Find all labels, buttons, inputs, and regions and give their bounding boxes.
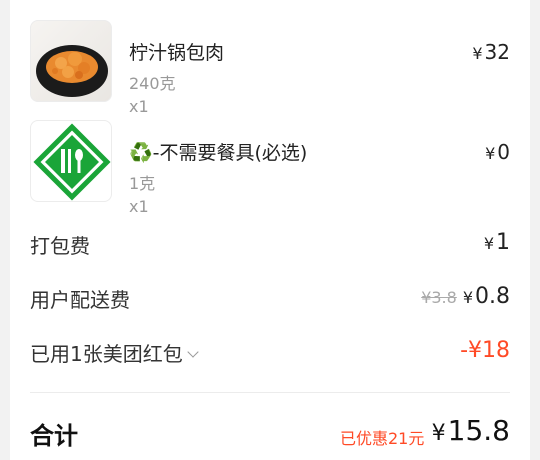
coupon-label[interactable]: 已用1张美团红包 bbox=[30, 338, 199, 367]
item-price-value: 0 bbox=[497, 140, 510, 164]
item-quantity: x1 bbox=[129, 197, 149, 216]
item-spec: 240克 bbox=[129, 74, 176, 93]
packing-fee-row: 打包费 ¥1 bbox=[30, 230, 510, 260]
coupon-label-text: 已用1张美团红包 bbox=[30, 342, 183, 366]
coupon-discount: -¥18 bbox=[460, 338, 510, 363]
chevron-down-icon[interactable] bbox=[187, 346, 199, 358]
currency-symbol: ¥ bbox=[431, 421, 446, 446]
total-amount: ¥15.8 bbox=[432, 414, 510, 447]
total-label: 合计 bbox=[30, 422, 78, 450]
item-spec: 1克 bbox=[129, 174, 156, 193]
item-price-value: 32 bbox=[484, 40, 510, 64]
coupon-row[interactable]: 已用1张美团红包 -¥18 bbox=[30, 338, 510, 368]
currency-symbol: ¥ bbox=[462, 288, 473, 307]
item-name: ♻️-不需要餐具(必选) bbox=[129, 142, 308, 164]
order-item: 柠汁锅包肉 240克 x1 ¥32 bbox=[30, 20, 510, 116]
order-summary-card: 柠汁锅包肉 240克 x1 ¥32 ♻️-不需要餐具(必选) 1克 x1 ¥0 … bbox=[10, 0, 530, 460]
currency-symbol: ¥ bbox=[485, 144, 496, 163]
total-amount-value: 15.8 bbox=[447, 414, 510, 447]
saved-amount: 已优惠21元 bbox=[340, 429, 425, 448]
item-price: ¥32 bbox=[472, 40, 510, 64]
original-delivery-fee: ¥3.8 bbox=[421, 288, 457, 307]
currency-symbol: ¥ bbox=[472, 44, 483, 63]
item-price: ¥0 bbox=[485, 140, 510, 164]
delivery-fee-row: 用户配送费 ¥3.8 ¥0.8 bbox=[30, 284, 510, 314]
packing-fee-amount: 1 bbox=[496, 230, 510, 255]
order-item: ♻️-不需要餐具(必选) 1克 x1 ¥0 bbox=[30, 120, 510, 216]
packing-fee-label: 打包费 bbox=[30, 234, 90, 258]
no-cutlery-icon bbox=[30, 120, 112, 202]
delivery-fee-label: 用户配送费 bbox=[30, 288, 130, 312]
delivery-fee-amount: 0.8 bbox=[475, 284, 510, 309]
item-quantity: x1 bbox=[129, 97, 149, 116]
delivery-fee-value: ¥3.8 ¥0.8 bbox=[421, 284, 510, 309]
packing-fee-value: ¥1 bbox=[484, 230, 510, 255]
dish-photo bbox=[30, 20, 112, 102]
item-name: 柠汁锅包肉 bbox=[129, 42, 225, 64]
currency-symbol: ¥ bbox=[483, 234, 494, 253]
divider bbox=[30, 392, 510, 393]
